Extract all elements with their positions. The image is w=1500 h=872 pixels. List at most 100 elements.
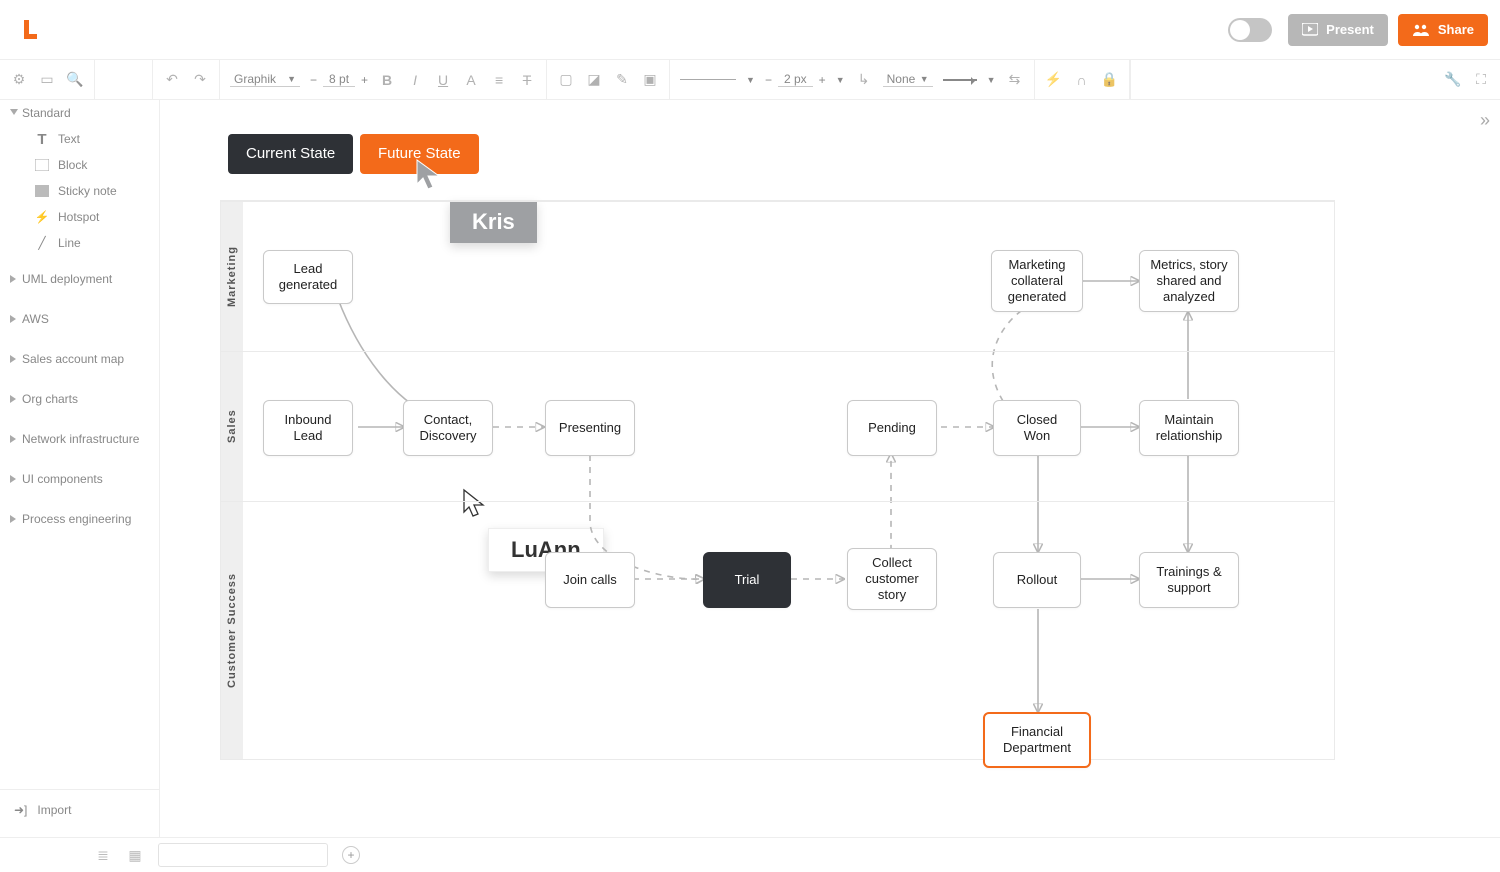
underline-icon[interactable]: U xyxy=(434,71,452,89)
search-icon[interactable]: 🔍 xyxy=(66,71,84,89)
stroke-width-stepper[interactable]: − 2 px + xyxy=(765,72,826,87)
page-tab[interactable] xyxy=(158,843,328,867)
node-rollout[interactable]: Rollout xyxy=(993,552,1081,608)
lane-label: Sales xyxy=(221,352,243,501)
eyedropper-icon[interactable]: ✎ xyxy=(613,71,631,89)
share-button[interactable]: Share xyxy=(1398,14,1488,46)
sidebar-section-org[interactable]: Org charts xyxy=(0,386,159,412)
bold-icon[interactable]: B xyxy=(378,71,396,89)
italic-icon[interactable]: I xyxy=(406,71,424,89)
line-end-value: None xyxy=(887,72,916,86)
sidebar-section-label: Standard xyxy=(22,106,71,120)
shape-item-label: Sticky note xyxy=(58,184,117,198)
page-bar: ≣ ▦ + xyxy=(0,837,1500,872)
sidebar-section-label: Network infrastructure xyxy=(22,432,139,446)
format-toolbar: ⚙ ▭ 🔍 ↶ ↷ Graphik ▼ − 8 pt + B I U A ≡ T… xyxy=(0,60,1500,100)
sidebar-section-label: Org charts xyxy=(22,392,78,406)
node-trial[interactable]: Trial xyxy=(703,552,791,608)
canvas[interactable]: » Current State Future State Kris LuAnn xyxy=(160,100,1500,837)
shape-item-label: Hotspot xyxy=(58,210,99,224)
sidebar-section-label: Process engineering xyxy=(22,512,131,526)
node-contact-discovery[interactable]: Contact, Discovery xyxy=(403,400,493,456)
node-collect-story[interactable]: Collect customer story xyxy=(847,548,937,610)
sidebar-section-standard[interactable]: Standard xyxy=(0,100,159,126)
gear-icon[interactable]: ⚙ xyxy=(10,71,28,89)
sidebar-section-network[interactable]: Network infrastructure xyxy=(0,426,159,452)
sidebar-section-label: AWS xyxy=(22,312,49,326)
swimlane-container: Marketing Lead generated Marketing colla… xyxy=(220,200,1335,760)
shape-item-block[interactable]: Block xyxy=(0,152,159,178)
node-financial-department[interactable]: Financial Department xyxy=(983,712,1091,768)
shape-item-label: Line xyxy=(58,236,81,250)
text-icon: T xyxy=(34,131,50,147)
lane-customer-success: Customer Success Join calls Trial Collec… xyxy=(221,501,1334,759)
line-icon: ╱ xyxy=(34,235,50,251)
font-size-stepper[interactable]: − 8 pt + xyxy=(310,72,368,87)
sidebar-section-uml[interactable]: UML deployment xyxy=(0,266,159,292)
sidebar-section-label: Sales account map xyxy=(22,352,124,366)
sidebar-section-uicomp[interactable]: UI components xyxy=(0,466,159,492)
arrow-start-icon[interactable] xyxy=(943,79,977,81)
minus-icon[interactable]: − xyxy=(765,73,772,87)
node-marketing-collateral[interactable]: Marketing collateral generated xyxy=(991,250,1083,312)
minus-icon[interactable]: − xyxy=(310,73,317,87)
clear-format-icon[interactable]: T xyxy=(518,71,536,89)
chevron-down-icon: ▼ xyxy=(987,75,996,85)
shape-style-icon[interactable]: ▣ xyxy=(641,71,659,89)
chevron-down-icon: ▼ xyxy=(836,75,845,85)
tab-current-state[interactable]: Current State xyxy=(228,134,353,174)
chevron-down-icon: ▼ xyxy=(746,75,755,85)
font-family-select[interactable]: Graphik ▼ xyxy=(230,72,300,87)
plus-icon[interactable]: + xyxy=(819,73,826,87)
swap-ends-icon[interactable]: ⇆ xyxy=(1006,71,1024,89)
grid-view-icon[interactable]: ▦ xyxy=(126,846,144,864)
shape-item-text[interactable]: T Text xyxy=(0,126,159,152)
sidebar-section-process[interactable]: Process engineering xyxy=(0,506,159,532)
present-button[interactable]: Present xyxy=(1288,14,1388,46)
node-maintain-relationship[interactable]: Maintain relationship xyxy=(1139,400,1239,456)
image-icon[interactable]: ▭ xyxy=(38,71,56,89)
lock-icon[interactable]: 🔒 xyxy=(1101,71,1119,89)
node-metrics[interactable]: Metrics, story shared and analyzed xyxy=(1139,250,1239,312)
presence-toggle[interactable] xyxy=(1228,18,1272,42)
line-end-select[interactable]: None ▼ xyxy=(883,72,933,87)
undo-icon[interactable]: ↶ xyxy=(163,71,181,89)
node-closed-won[interactable]: Closed Won xyxy=(993,400,1081,456)
hotspot-icon: ⚡ xyxy=(34,209,50,225)
fill-border-icon[interactable]: ▢ xyxy=(557,71,575,89)
node-join-calls[interactable]: Join calls xyxy=(545,552,635,608)
shape-item-line[interactable]: ╱ Line xyxy=(0,230,159,256)
node-trainings-support[interactable]: Trainings & support xyxy=(1139,552,1239,608)
plus-icon[interactable]: + xyxy=(361,73,368,87)
line-style-select[interactable] xyxy=(680,79,736,80)
shapes-sidebar: Standard T Text Block Sticky note ⚡ Hots… xyxy=(0,100,160,837)
node-inbound-lead[interactable]: Inbound Lead xyxy=(263,400,353,456)
sidebar-section-label: UI components xyxy=(22,472,103,486)
import-button[interactable]: ➜] Import xyxy=(0,789,159,829)
node-pending[interactable]: Pending xyxy=(847,400,937,456)
redo-icon[interactable]: ↷ xyxy=(191,71,209,89)
fullscreen-icon[interactable]: ⛶ xyxy=(1472,71,1490,89)
add-page-button[interactable]: + xyxy=(342,846,360,864)
sidebar-section-aws[interactable]: AWS xyxy=(0,306,159,332)
lane-marketing: Marketing Lead generated Marketing colla… xyxy=(221,201,1334,351)
font-family-value: Graphik xyxy=(234,72,276,86)
wrench-icon[interactable]: 🔧 xyxy=(1444,71,1462,89)
bolt-icon[interactable]: ⚡ xyxy=(1045,71,1063,89)
node-presenting[interactable]: Presenting xyxy=(545,400,635,456)
list-view-icon[interactable]: ≣ xyxy=(94,846,112,864)
align-icon[interactable]: ≡ xyxy=(490,71,508,89)
font-size-value: 8 pt xyxy=(323,72,355,87)
magnet-icon[interactable]: ∩ xyxy=(1073,71,1091,89)
shape-item-sticky[interactable]: Sticky note xyxy=(0,178,159,204)
stroke-width-value: 2 px xyxy=(778,72,813,87)
fill-color-icon[interactable]: ◪ xyxy=(585,71,603,89)
node-lead-generated[interactable]: Lead generated xyxy=(263,250,353,304)
line-routing-icon[interactable]: ↳ xyxy=(855,71,873,89)
collapse-right-panel-icon[interactable]: » xyxy=(1480,110,1490,131)
sidebar-section-sales-map[interactable]: Sales account map xyxy=(0,346,159,372)
text-color-icon[interactable]: A xyxy=(462,71,480,89)
shape-item-hotspot[interactable]: ⚡ Hotspot xyxy=(0,204,159,230)
share-label: Share xyxy=(1438,22,1474,37)
collaborator-cursor-kris xyxy=(415,158,443,190)
